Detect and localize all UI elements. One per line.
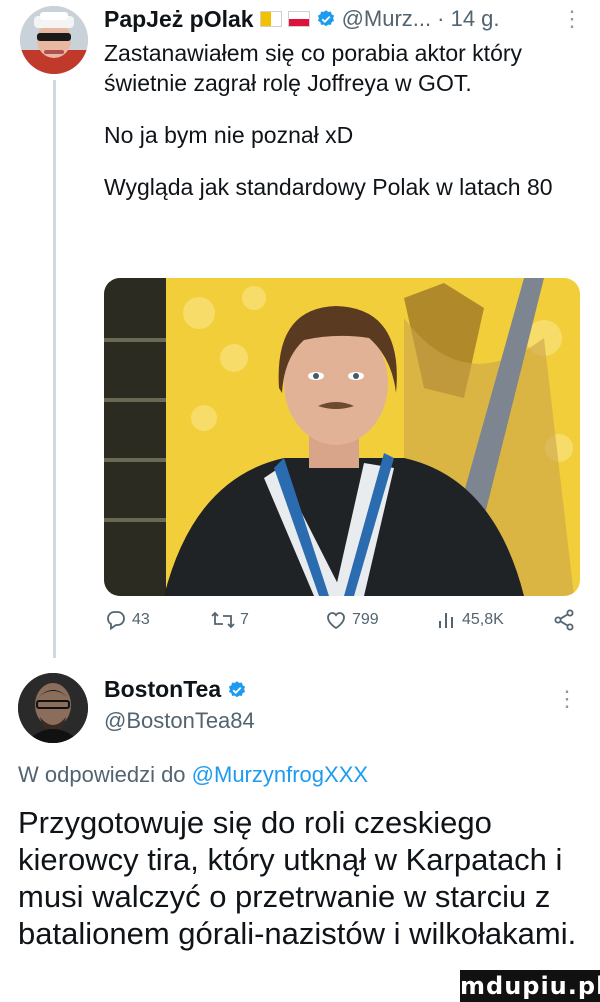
tweet-text: Zastanawiałem się co porabia aktor który… — [104, 38, 584, 224]
share-icon — [554, 609, 574, 631]
reply-prefix: W odpowiedzi do — [18, 762, 192, 787]
watermark-logo: mdupiu.pl — [460, 970, 600, 1002]
tweet-paragraph: Zastanawiałem się co porabia aktor który… — [104, 40, 523, 96]
author-avatar[interactable] — [20, 6, 88, 74]
verified-icon — [317, 10, 334, 27]
like-icon — [327, 612, 345, 630]
verified-icon — [229, 680, 246, 697]
reply-header: BostonTea — [104, 676, 253, 703]
tweet-paragraph: No ja bym nie poznał xD — [104, 122, 354, 148]
reply-context: W odpowiedzi do @MurzynfrogXXX — [18, 762, 368, 788]
tweet-photo[interactable] — [104, 278, 580, 596]
reply-count: 43 — [132, 611, 150, 628]
reply-author-avatar[interactable] — [18, 673, 88, 743]
poland-flag-icon — [287, 11, 310, 27]
views-count: 45,8K — [462, 611, 504, 628]
retweet-count: 7 — [240, 611, 249, 628]
author-name[interactable]: PapJeż pOlak — [104, 6, 254, 33]
more-icon[interactable]: ⋮ — [561, 6, 584, 32]
reply-button[interactable]: 43 — [104, 608, 150, 632]
reply-text: Przygotowuje się do roli czeskiego kiero… — [18, 805, 577, 951]
retweet-button[interactable]: 7 — [210, 608, 249, 632]
tweet-actions: 43 7 799 45,8K — [104, 608, 580, 642]
views-button[interactable]: 45,8K — [436, 608, 504, 632]
like-count: 799 — [352, 611, 379, 628]
tweet-paragraph: Wygląda jak standardowy Polak w latach 8… — [104, 174, 553, 200]
tweet-time[interactable]: · 14 g. — [437, 6, 499, 32]
reply-author-handle[interactable]: @BostonTea84 — [104, 708, 255, 734]
tweet-header: PapJeż pOlak @Murz... · 14 g. ⋮ — [104, 4, 584, 34]
more-icon[interactable]: ⋮ — [556, 686, 578, 712]
author-handle[interactable]: @Murz... — [342, 6, 432, 32]
reply-icon — [107, 611, 125, 631]
share-button[interactable] — [552, 608, 580, 632]
like-button[interactable]: 799 — [324, 608, 379, 632]
thread-connector — [53, 80, 56, 658]
retweet-icon — [211, 611, 235, 629]
reply-to-link[interactable]: @MurzynfrogXXX — [192, 762, 368, 787]
vatican-flag-icon — [259, 11, 282, 27]
views-icon — [439, 613, 453, 628]
reply-author-name[interactable]: BostonTea — [104, 676, 221, 703]
